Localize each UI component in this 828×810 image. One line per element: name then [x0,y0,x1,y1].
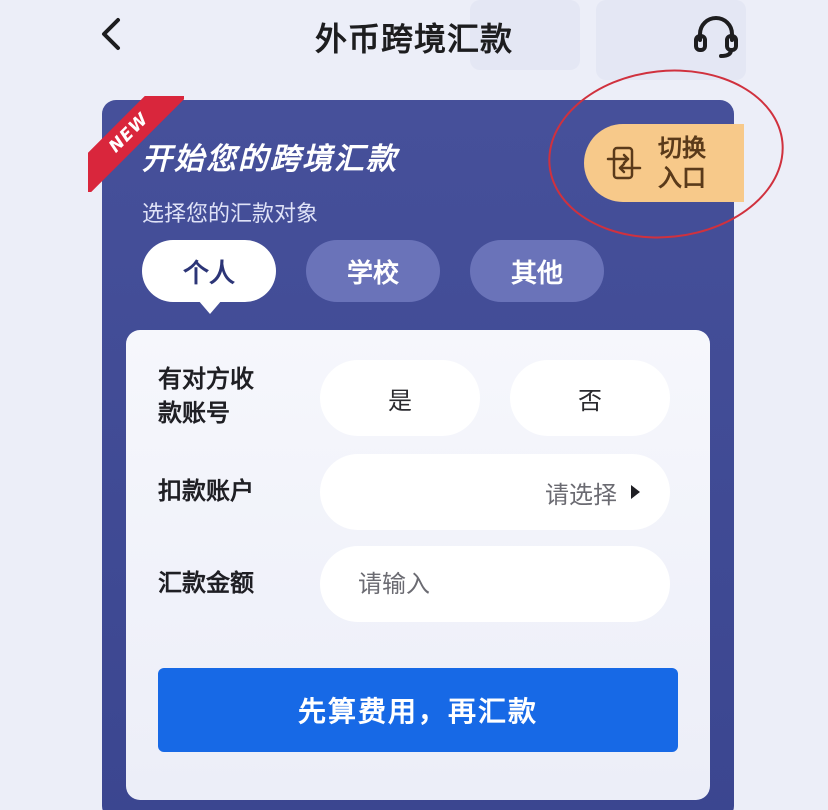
account-yes-button[interactable]: 是 [320,360,480,436]
debit-account-select[interactable]: 请选择 [320,454,670,530]
account-no-button[interactable]: 否 [510,360,670,436]
debit-account-label: 扣款账户 [158,477,254,505]
app-header: 外币跨境汇款 [0,0,828,72]
new-badge: NEW [88,96,184,192]
amount-input[interactable] [320,570,670,598]
caret-right-icon [631,485,640,499]
tab-personal[interactable]: 个人 [142,240,276,314]
switch-icon [606,146,642,180]
card-subtitle: 选择您的汇款对象 [142,202,319,227]
new-ribbon: NEW [88,96,184,192]
account-label: 有对方收款账号 [158,365,254,427]
calculate-fee-button[interactable]: 先算费用，再汇款 [158,668,678,752]
headset-icon[interactable] [690,10,742,62]
tab-school[interactable]: 学校 [306,240,440,302]
amount-field[interactable] [320,546,670,622]
amount-label: 汇款金额 [158,569,254,597]
switch-entry-button[interactable]: 切换入口 [584,124,744,202]
switch-entry-label: 切换入口 [658,134,706,192]
tab-other[interactable]: 其他 [470,240,604,302]
debit-account-placeholder: 请选择 [545,480,617,509]
